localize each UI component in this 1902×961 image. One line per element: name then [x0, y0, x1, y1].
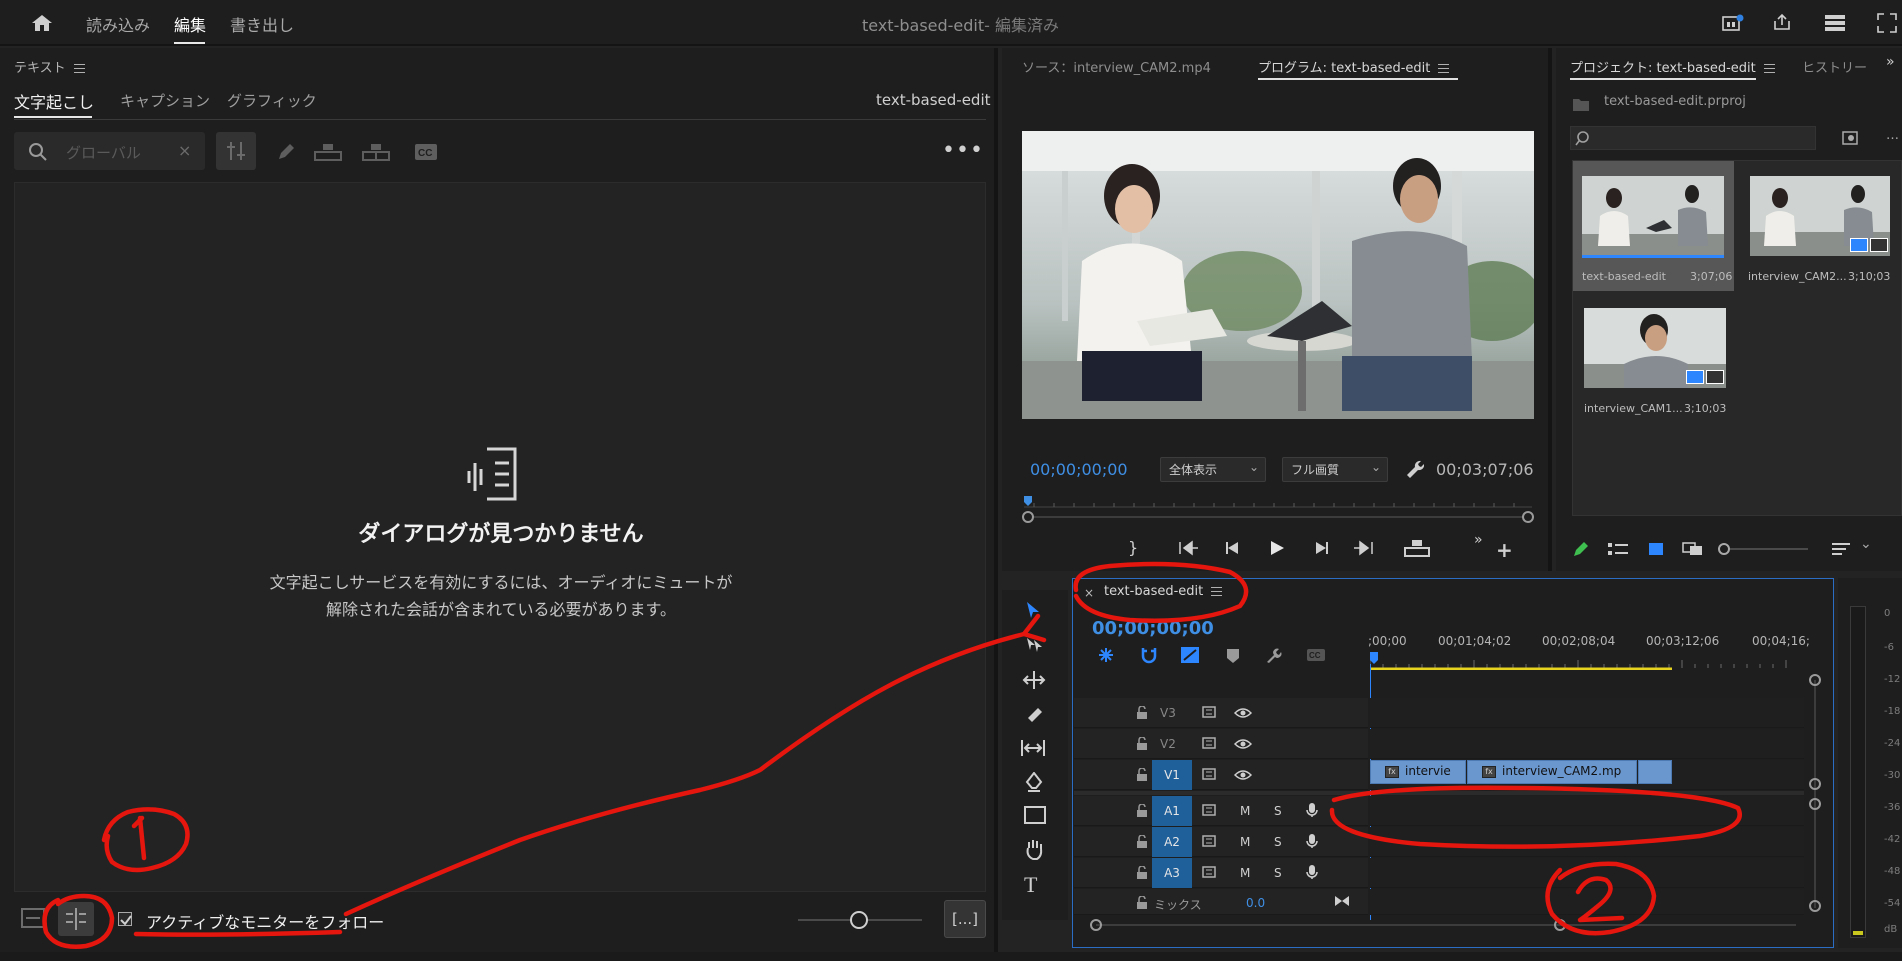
annotation-circle-button: [42, 893, 115, 949]
annotation-overlay: [42, 561, 1742, 949]
annotation-number-1: [101, 807, 190, 873]
annotation-number-2: [1545, 861, 1657, 936]
annotation-underline: [133, 929, 343, 937]
annotation-arrow: [343, 631, 1027, 917]
annotation-circle-audio: [1329, 785, 1742, 849]
annotation-circle-tab: [1073, 561, 1249, 623]
